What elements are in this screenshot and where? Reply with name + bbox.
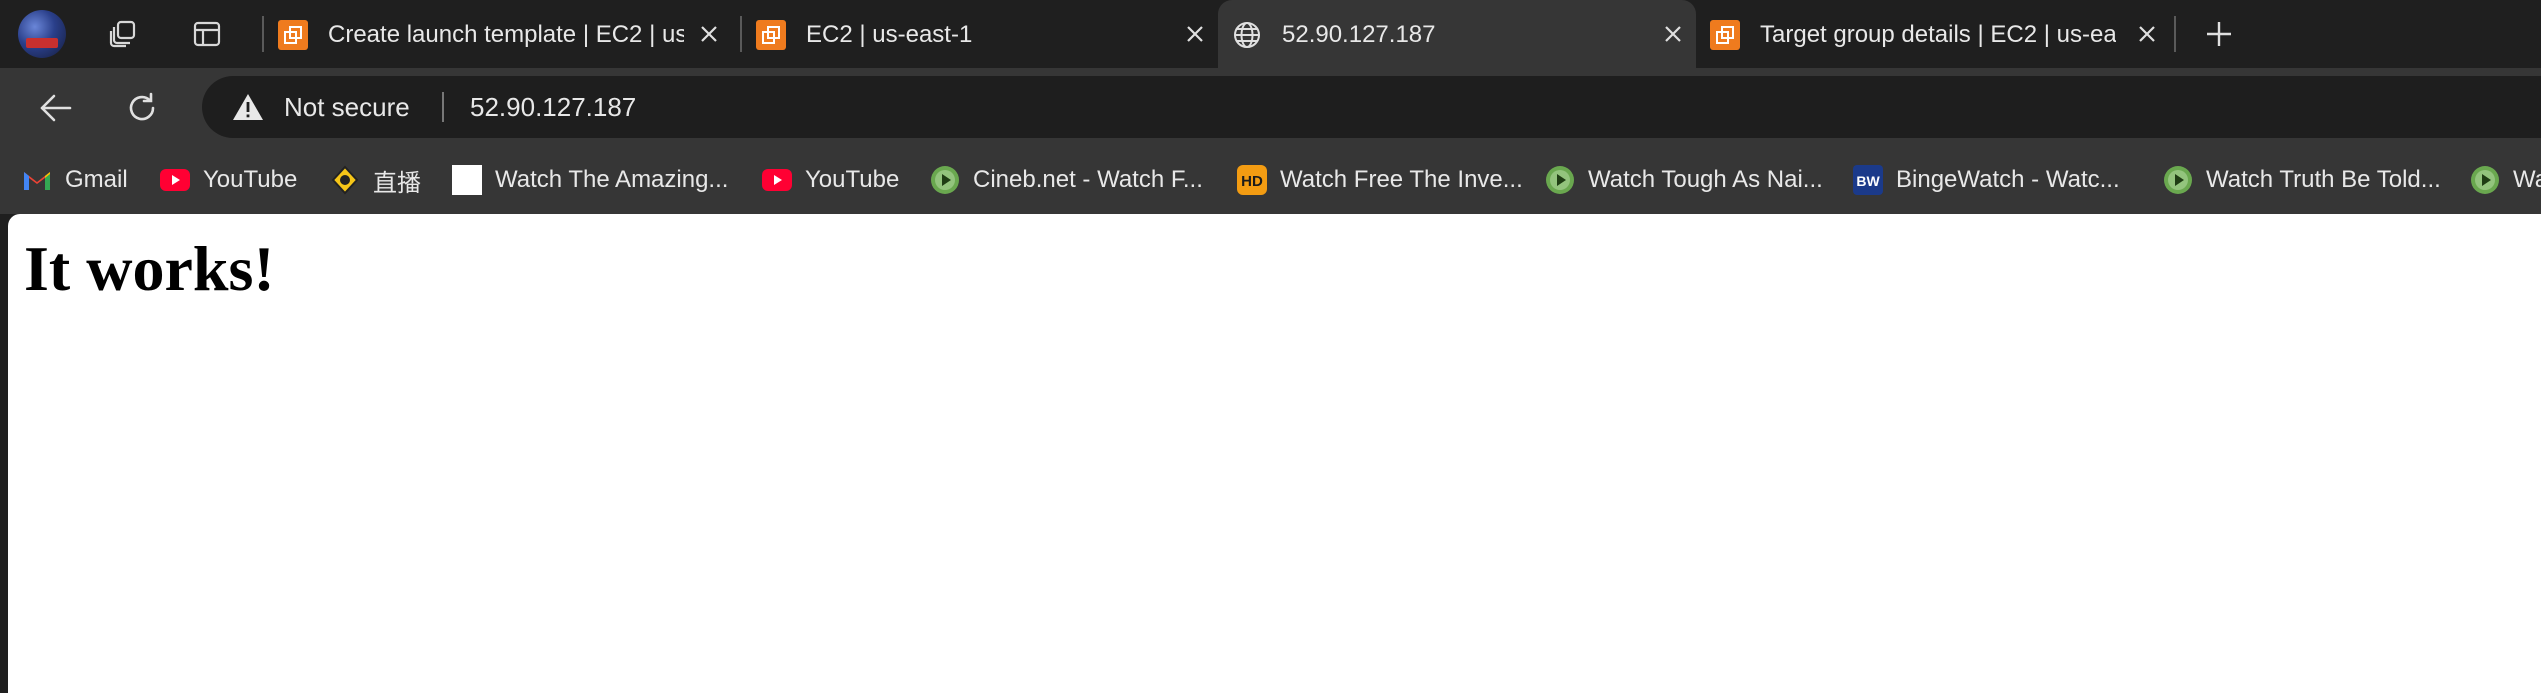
tab-ec2-us-east-1[interactable]: EC2 | us-east-1 (742, 0, 1218, 68)
play-circle-icon (2163, 165, 2193, 195)
close-icon[interactable] (694, 19, 724, 49)
new-tab-icon[interactable] (2202, 17, 2236, 51)
bookmark-bingewatch[interactable]: BW BingeWatch - Watc... (1853, 162, 2120, 198)
close-icon[interactable] (1180, 19, 1210, 49)
bookmark-tough-as-nails[interactable]: Watch Tough As Nai... (1545, 162, 1823, 198)
tab-title: Create launch template | EC2 | us-east-1 (328, 21, 684, 48)
bookmark-label: 直播 (373, 169, 421, 197)
bookmark-youtube[interactable]: YouTube (160, 162, 297, 198)
close-icon[interactable] (1658, 19, 1688, 49)
tab-title: Target group details | EC2 | us-east-1 (1760, 21, 2116, 48)
bookmark-truth-be-told[interactable]: Watch Truth Be Told... (2163, 162, 2441, 198)
bookmark-label: Watch Free The Inve... (1280, 166, 1523, 193)
bookmark-cineb[interactable]: Cineb.net - Watch F... (930, 162, 1203, 198)
profile-avatar[interactable] (18, 10, 66, 58)
bw-icon: BW (1853, 165, 1883, 195)
blank-page-icon (452, 165, 482, 195)
bookmark-label: Watch The Amazing... (495, 166, 729, 193)
bookmark-live[interactable]: 直播 (330, 162, 421, 198)
hd-icon: HD (1237, 165, 1267, 195)
close-icon[interactable] (2132, 19, 2162, 49)
page-heading: It works! (24, 233, 275, 304)
divider (442, 92, 444, 122)
warning-icon[interactable] (232, 92, 264, 122)
tab-target-group-details[interactable]: Target group details | EC2 | us-east-1 (1696, 0, 2170, 68)
bookmark-label: YouTube (805, 166, 900, 193)
bookmark-truncated[interactable]: Wa (2470, 162, 2541, 198)
bookmark-label: Watch Truth Be Told... (2206, 166, 2441, 193)
workspaces-icon[interactable] (106, 17, 140, 51)
play-circle-icon (930, 165, 960, 195)
tab-strip: Create launch template | EC2 | us-east-1… (0, 0, 2541, 68)
bookmark-youtube-2[interactable]: YouTube (762, 162, 899, 198)
tab-title: 52.90.127.187 (1282, 21, 1436, 48)
tab-title: EC2 | us-east-1 (806, 21, 973, 48)
live-icon (330, 165, 360, 195)
play-circle-icon (1545, 165, 1575, 195)
play-circle-icon (2470, 165, 2500, 195)
aws-ec2-icon (278, 20, 308, 50)
bookmark-label: BingeWatch - Watc... (1896, 166, 2120, 193)
bookmarks-bar: Gmail YouTube 直播 Watch The Amazing... Yo… (0, 146, 2541, 214)
globe-icon (1232, 20, 1262, 50)
bookmark-label: YouTube (203, 166, 298, 193)
url-text[interactable]: 52.90.127.187 (470, 92, 636, 122)
aws-ec2-icon (756, 20, 786, 50)
aws-ec2-icon (1710, 20, 1740, 50)
bookmark-watch-the-amazing[interactable]: Watch The Amazing... (452, 162, 728, 198)
bookmark-label: Watch Tough As Nai... (1588, 166, 1823, 193)
reload-icon[interactable] (122, 88, 162, 128)
page-content: It works! (8, 214, 2541, 693)
tab-create-launch-template[interactable]: Create launch template | EC2 | us-east-1 (264, 0, 732, 68)
bookmark-gmail[interactable]: Gmail (22, 162, 128, 198)
security-status[interactable]: Not secure (284, 92, 410, 122)
gmail-icon (22, 165, 52, 195)
youtube-icon (762, 165, 792, 195)
svg-text:HD: HD (1241, 173, 1263, 190)
tab-separator (2174, 16, 2176, 52)
bookmark-label: Cineb.net - Watch F... (973, 166, 1203, 193)
bookmark-label: Gmail (65, 166, 128, 193)
svg-text:BW: BW (1856, 173, 1880, 189)
vertical-tabs-icon[interactable] (190, 17, 224, 51)
youtube-icon (160, 165, 190, 195)
bookmark-label: Wa (2513, 166, 2541, 193)
address-bar[interactable]: Not secure 52.90.127.187 (202, 76, 2541, 138)
bookmark-watch-free[interactable]: HD Watch Free The Inve... (1237, 162, 1523, 198)
toolbar: Not secure 52.90.127.187 (0, 68, 2541, 146)
tab-52-90-127-187[interactable]: 52.90.127.187 (1218, 0, 1696, 68)
back-icon[interactable] (36, 88, 76, 128)
